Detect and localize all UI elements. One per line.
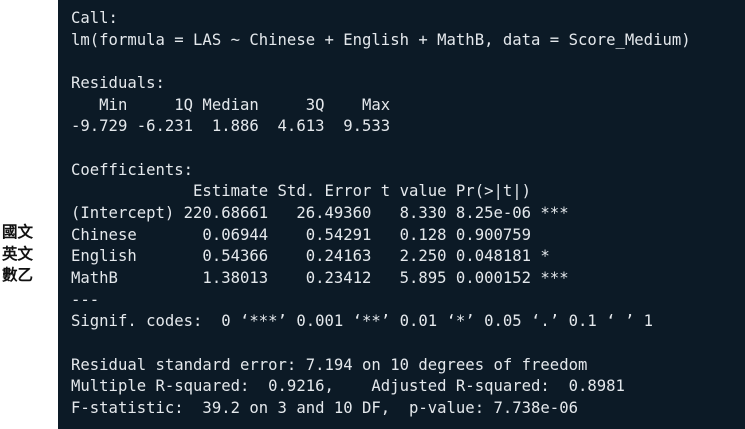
- coef-row-mathb: MathB 1.38013 0.23412 5.895 0.000152 ***: [71, 268, 569, 287]
- residual-std-error: Residual standard error: 7.194 on 10 deg…: [71, 355, 588, 374]
- residuals-columns: Min 1Q Median 3Q Max: [71, 95, 391, 114]
- signif-codes: Signif. codes: 0 ‘***’ 0.001 ‘**’ 0.01 ‘…: [71, 312, 654, 331]
- coefficients-columns: Estimate Std. Error t value Pr(>|t|): [71, 182, 532, 201]
- separator-line: ---: [71, 290, 100, 309]
- call-formula: lm(formula = LAS ~ Chinese + English + M…: [71, 30, 691, 49]
- r-squared-line: Multiple R-squared: 0.9216, Adjusted R-s…: [71, 377, 625, 396]
- residuals-values: -9.729 -6.231 1.886 4.613 9.533: [71, 117, 391, 136]
- call-header: Call:: [71, 9, 118, 27]
- coef-row-english: English 0.54366 0.24163 2.250 0.048181 *: [71, 247, 550, 266]
- coefficients-header: Coefficients:: [71, 160, 194, 179]
- subject-labels: 國文 英文 數乙: [2, 222, 56, 287]
- r-console-output[interactable]: Call: lm(formula = LAS ~ Chinese + Engli…: [58, 0, 745, 429]
- residuals-header: Residuals:: [71, 73, 165, 92]
- label-english: 英文: [2, 244, 34, 263]
- label-chinese: 國文: [2, 223, 34, 241]
- f-statistic-line: F-statistic: 39.2 on 3 and 10 DF, p-valu…: [71, 398, 578, 417]
- screenshot: 國文 英文 數乙 Call: lm(formula = LAS ~ Chines…: [0, 0, 745, 429]
- label-mathb: 數乙: [2, 266, 34, 285]
- console-text: Call: lm(formula = LAS ~ Chinese + Engli…: [71, 8, 691, 419]
- coef-row-chinese: Chinese 0.06944 0.54291 0.128 0.900759: [71, 225, 532, 244]
- coef-row-intercept: (Intercept) 220.68661 26.49360 8.330 8.2…: [71, 203, 569, 222]
